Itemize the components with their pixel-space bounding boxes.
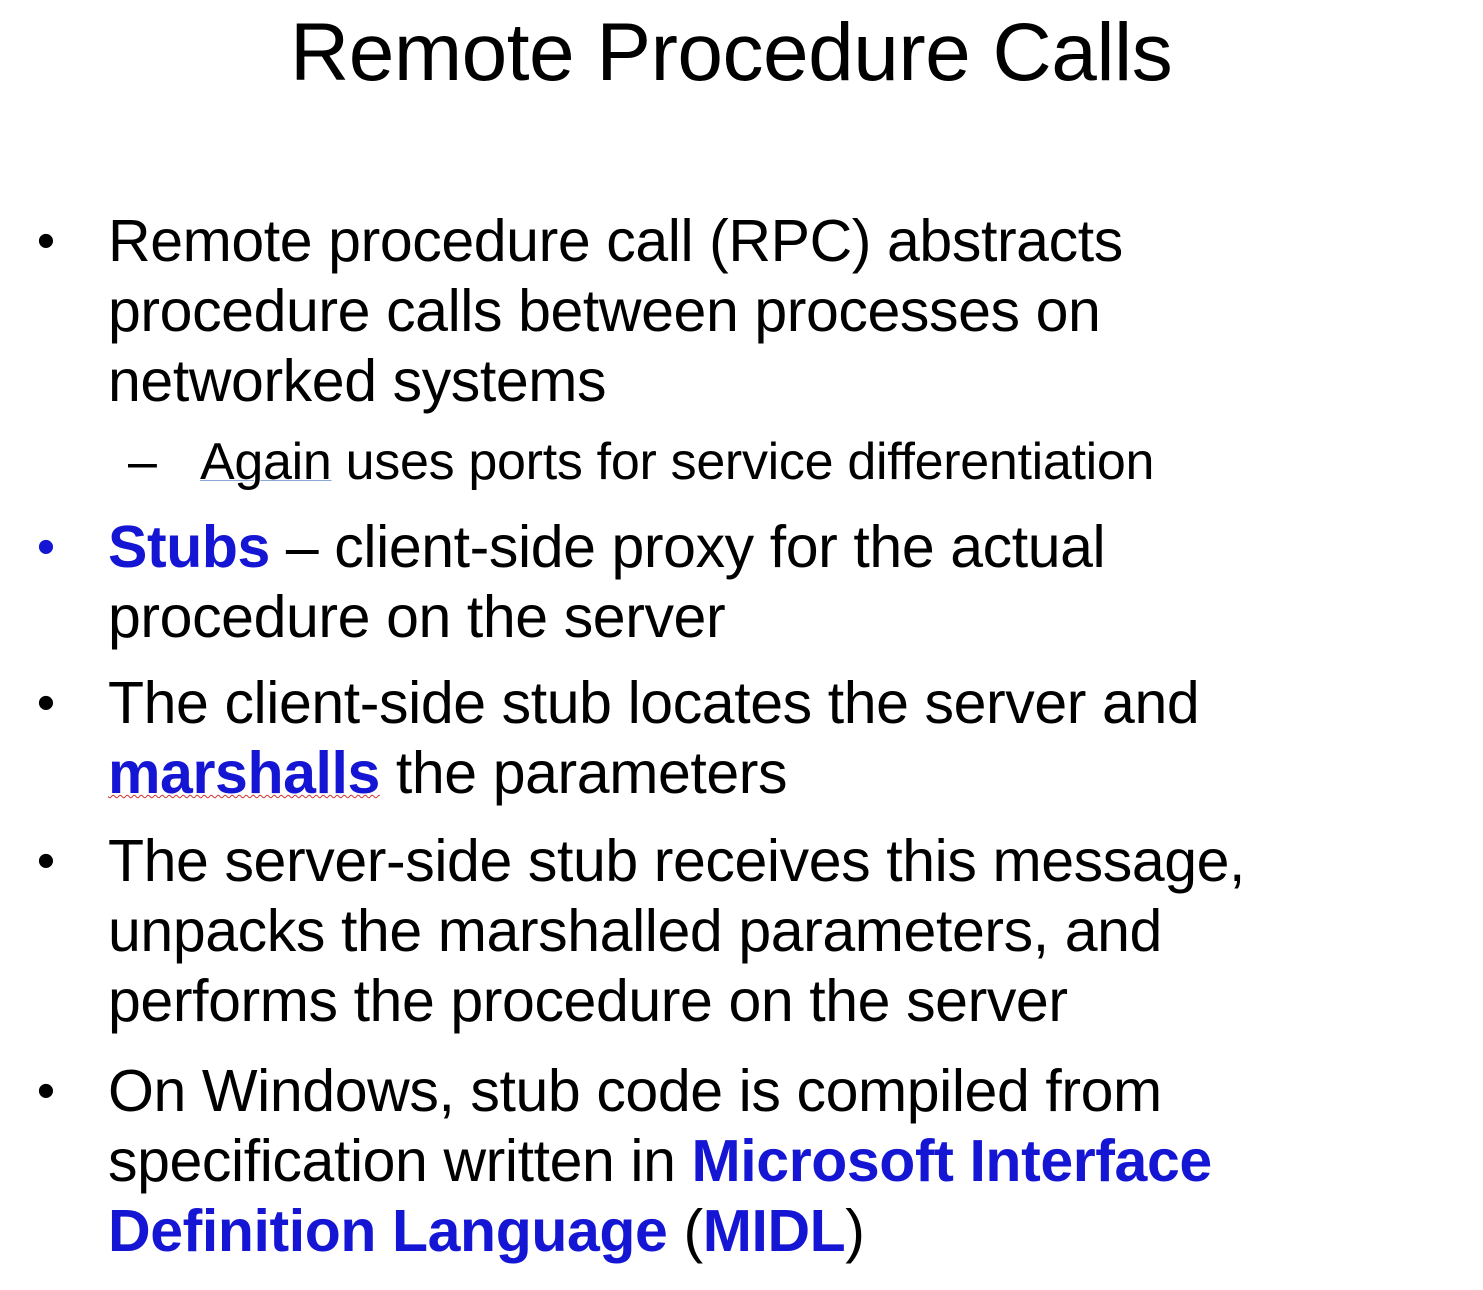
bullet-icon: • bbox=[36, 674, 56, 732]
bullet-icon: • bbox=[36, 518, 56, 576]
bullet-item-client-stub: The client-side stub locates the server … bbox=[108, 668, 1468, 808]
bullet-line-text: – client-side proxy for the actual bbox=[269, 514, 1106, 580]
bullet-list: • Remote procedure call (RPC) abstracts … bbox=[0, 0, 1483, 1290]
bullet-line: specification written in Microsoft Inter… bbox=[108, 1126, 1468, 1196]
bullet-item-rpc: Remote procedure call (RPC) abstracts pr… bbox=[108, 206, 1468, 416]
bullet-line: On Windows, stub code is compiled from bbox=[108, 1058, 1162, 1124]
bullet-item-stubs: Stubs – client-side proxy for the actual… bbox=[108, 512, 1468, 652]
bullet-line-text: the parameters bbox=[379, 740, 788, 806]
bullet-line: marshalls the parameters bbox=[108, 738, 1468, 808]
bullet-item-server-stub: The server-side stub receives this messa… bbox=[108, 826, 1468, 1036]
term-microsoft-interface: Microsoft Interface bbox=[691, 1128, 1213, 1194]
bullet-line: procedure calls between processes on bbox=[108, 278, 1101, 344]
bullet-line: procedure on the server bbox=[108, 584, 726, 650]
sub-item-text: uses ports for service differentiation bbox=[331, 433, 1155, 491]
dash-icon: – bbox=[128, 433, 157, 491]
paren-open: ( bbox=[667, 1198, 703, 1264]
bullet-line: performs the procedure on the server bbox=[108, 968, 1068, 1034]
bullet-icon: • bbox=[36, 832, 56, 890]
bullet-line: networked systems bbox=[108, 348, 607, 414]
bullet-icon: • bbox=[36, 212, 56, 270]
bullet-line-text: specification written in bbox=[108, 1128, 692, 1194]
paren-close: ) bbox=[845, 1198, 865, 1264]
bullet-item-windows: On Windows, stub code is compiled from s… bbox=[108, 1056, 1468, 1266]
term-marshalls: marshalls bbox=[108, 740, 380, 806]
bullet-line: The server-side stub receives this messa… bbox=[108, 828, 1246, 894]
bullet-line: unpacks the marshalled parameters, and bbox=[108, 898, 1162, 964]
bullet-line: The client-side stub locates the server … bbox=[108, 670, 1200, 736]
sub-item-ports: Again uses ports for service differentia… bbox=[200, 432, 1460, 492]
term-stubs: Stubs bbox=[108, 514, 270, 580]
term-definition-language: Definition Language bbox=[108, 1198, 668, 1264]
bullet-line: Stubs – client-side proxy for the actual bbox=[108, 512, 1468, 582]
term-midl: MIDL bbox=[702, 1198, 846, 1264]
bullet-line: Remote procedure call (RPC) abstracts bbox=[108, 208, 1123, 274]
underlined-word-again: Again bbox=[200, 433, 332, 491]
bullet-line: Definition Language (MIDL) bbox=[108, 1196, 1468, 1266]
bullet-icon: • bbox=[36, 1062, 56, 1120]
